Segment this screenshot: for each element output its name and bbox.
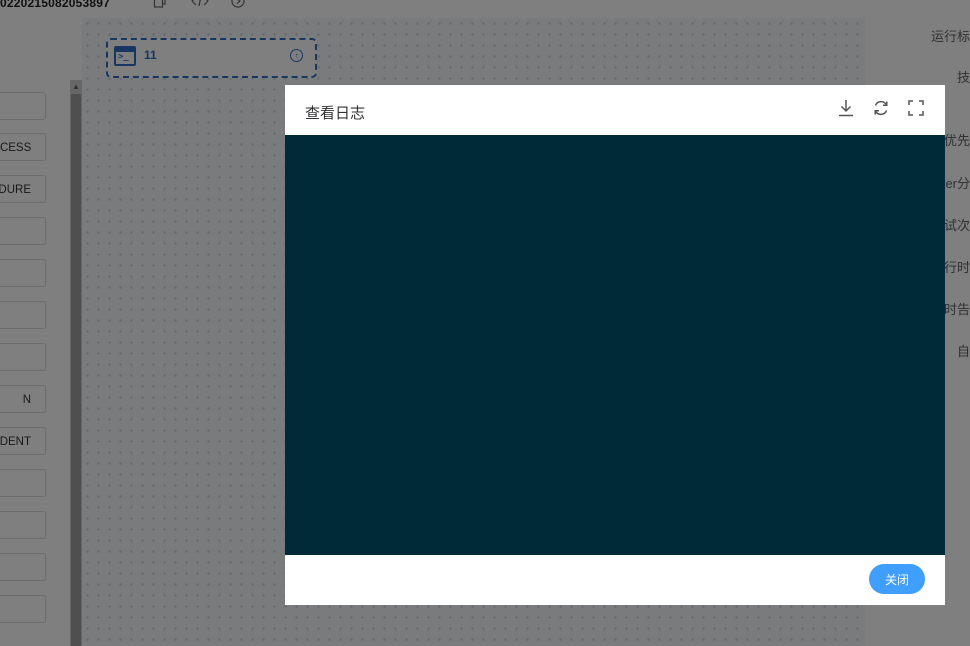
dialog-footer: 关闭 (285, 555, 945, 605)
view-log-dialog: 查看日志 关闭 (285, 85, 945, 605)
dialog-title: 查看日志 (305, 105, 366, 122)
log-content-area[interactable] (285, 135, 945, 555)
close-button[interactable]: 关闭 (869, 564, 925, 594)
download-icon[interactable] (836, 98, 856, 118)
dialog-header: 查看日志 (285, 85, 945, 135)
fullscreen-icon[interactable] (906, 98, 926, 118)
refresh-icon[interactable] (871, 98, 891, 118)
